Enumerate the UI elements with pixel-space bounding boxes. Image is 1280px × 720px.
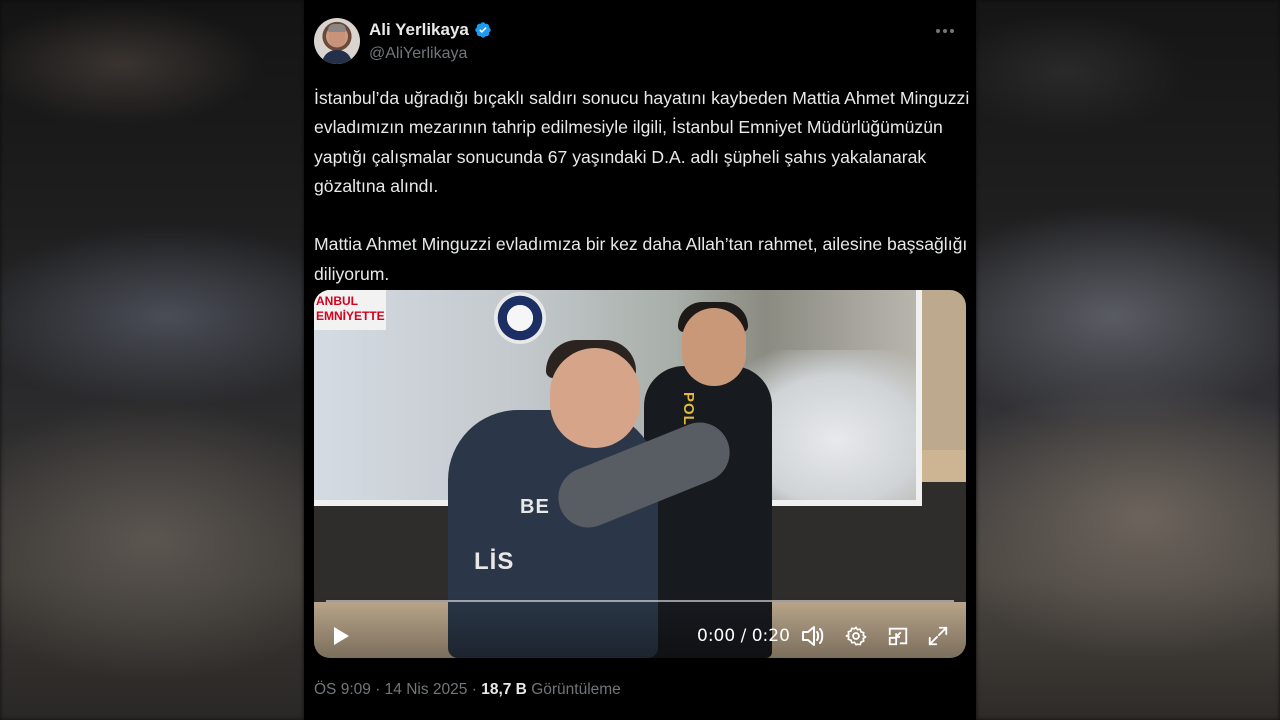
vest-text-front: POL — [680, 392, 697, 426]
blurred-backdrop-left — [0, 0, 304, 720]
blurred-backdrop-right — [976, 0, 1280, 720]
meta-separator-2: · — [471, 681, 477, 698]
video-player[interactable]: ANBUL EMNİYETTE BE LİS POL 0:00 / 0:20 — [314, 290, 966, 658]
vest-text-back: BE — [520, 496, 550, 518]
volume-icon[interactable] — [800, 624, 826, 648]
play-icon[interactable] — [330, 624, 352, 648]
author-name-row: Ali Yerlikaya — [369, 20, 492, 40]
video-controls: 0:00 / 0:20 — [314, 596, 966, 658]
views-count: 18,7 B — [481, 681, 527, 698]
avatar[interactable] — [314, 18, 360, 64]
meta-separator-1: · — [375, 681, 381, 698]
tweet-card: Ali Yerlikaya @AliYerlikaya İstanbul’da … — [304, 0, 976, 720]
settings-icon[interactable] — [844, 624, 868, 648]
video-progress-bar[interactable] — [326, 600, 954, 602]
verified-badge-icon — [475, 22, 491, 38]
picture-in-picture-icon[interactable] — [886, 624, 910, 648]
video-current-time: 0:00 — [697, 626, 736, 646]
views-label: Görüntüleme — [531, 681, 621, 698]
author-handle[interactable]: @AliYerlikaya — [369, 45, 467, 63]
video-duration: 0:20 — [751, 626, 790, 646]
tweet-date[interactable]: 14 Nis 2025 — [385, 681, 468, 698]
fullscreen-icon[interactable] — [926, 624, 950, 648]
more-options-icon[interactable] — [936, 24, 958, 38]
tweet-paragraph-2: Mattia Ahmet Minguzzi evladımıza bir kez… — [314, 234, 968, 284]
tweet-time[interactable]: ÖS 9:09 — [314, 681, 371, 698]
tweet-paragraph-1: İstanbul’da uğradığı bıçaklı saldırı son… — [314, 88, 970, 196]
tweet-header: Ali Yerlikaya @AliYerlikaya — [314, 18, 966, 66]
tweet-text: İstanbul’da uğradığı bıçaklı saldırı son… — [314, 84, 970, 318]
video-time: 0:00 / 0:20 — [697, 626, 790, 646]
author-display-name[interactable]: Ali Yerlikaya — [369, 20, 469, 40]
vest-text-side: LİS — [474, 548, 515, 575]
tweet-meta: ÖS 9:09 · 14 Nis 2025 · 18,7 B Görüntüle… — [314, 681, 621, 699]
